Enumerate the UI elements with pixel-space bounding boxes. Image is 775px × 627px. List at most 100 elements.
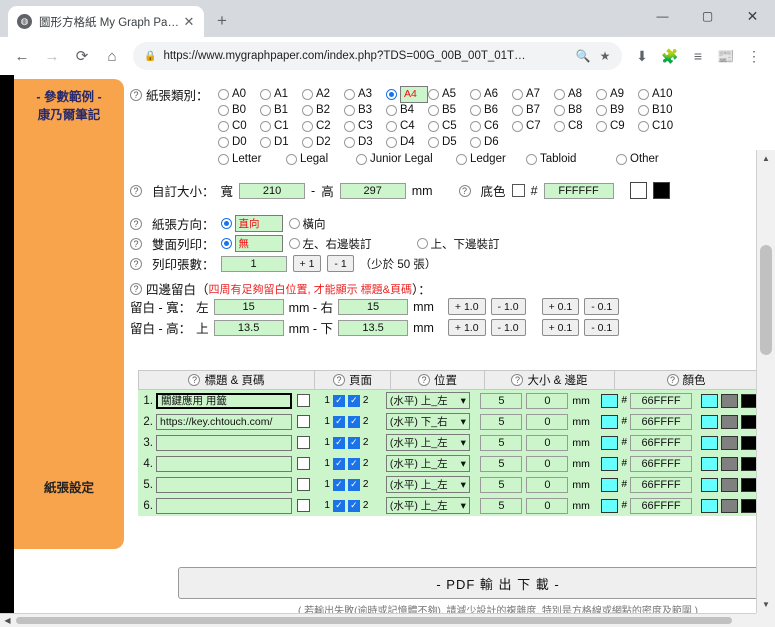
row-enable-checkbox[interactable] xyxy=(297,394,310,407)
radio-D5[interactable]: D5 xyxy=(428,136,470,148)
radio-A3[interactable]: A3 xyxy=(344,88,386,100)
horizontal-scroll-thumb[interactable] xyxy=(16,617,732,624)
radio-C8[interactable]: C8 xyxy=(554,120,596,132)
preset-black-swatch[interactable] xyxy=(652,182,670,199)
bgcolor-hex-input[interactable] xyxy=(543,182,614,199)
address-bar[interactable]: 🔒 https://www.mygraphpaper.com/index.php… xyxy=(133,42,622,70)
profile-icon[interactable]: 📰 xyxy=(713,43,739,69)
size-input[interactable] xyxy=(480,392,523,409)
row-enable-checkbox[interactable] xyxy=(297,436,310,449)
reload-icon[interactable]: ⟳ xyxy=(68,42,96,70)
reading-list-icon[interactable]: ≡ xyxy=(685,43,711,69)
preset-cyan-swatch[interactable] xyxy=(701,414,718,429)
preset-cyan-swatch[interactable] xyxy=(701,393,718,408)
margin-w-plus1-button[interactable]: + 1.0 xyxy=(447,298,486,315)
radio-Other[interactable]: Other xyxy=(616,153,659,165)
radio-Tabloid[interactable]: Tabloid xyxy=(526,153,616,165)
color-picker-swatch[interactable] xyxy=(601,393,619,408)
gap-input[interactable] xyxy=(526,497,569,514)
margin-w-minus1-button[interactable]: - 1.0 xyxy=(490,298,526,315)
color-picker-swatch[interactable] xyxy=(601,435,619,450)
radio-B4[interactable]: B4 xyxy=(386,104,428,116)
preset-black-swatch[interactable] xyxy=(741,435,756,450)
scroll-up-icon[interactable]: ▲ xyxy=(757,150,775,167)
size-input[interactable] xyxy=(480,455,523,472)
window-close-button[interactable]: ✕ xyxy=(730,0,775,32)
vertical-scrollbar[interactable]: ▲ ▼ xyxy=(756,150,775,613)
color-hex-input[interactable] xyxy=(630,392,692,409)
preset-black-swatch[interactable] xyxy=(741,414,756,429)
preset-gray-swatch[interactable] xyxy=(721,393,738,408)
help-icon[interactable]: ? xyxy=(511,374,524,386)
radio-duplex-tb[interactable]: 上、下邊裝訂 xyxy=(416,236,500,252)
radio-duplex-none[interactable]: 無 xyxy=(220,235,283,252)
preset-black-swatch[interactable] xyxy=(741,456,756,471)
page-1-checkbox[interactable]: ✓ xyxy=(332,394,345,407)
radio-Ledger[interactable]: Ledger xyxy=(456,153,526,165)
title-input[interactable] xyxy=(156,476,292,493)
radio-B9[interactable]: B9 xyxy=(596,104,638,116)
radio-D6[interactable]: D6 xyxy=(470,136,512,148)
preset-black-swatch[interactable] xyxy=(741,393,756,408)
preset-gray-swatch[interactable] xyxy=(721,435,738,450)
color-hex-input[interactable] xyxy=(630,434,692,451)
page-2-checkbox[interactable]: ✓ xyxy=(347,415,360,428)
home-icon[interactable]: ⌂ xyxy=(98,42,126,70)
radio-D2[interactable]: D2 xyxy=(302,136,344,148)
preset-gray-swatch[interactable] xyxy=(721,414,738,429)
back-icon[interactable]: ← xyxy=(8,42,36,70)
sidebar-item-paper-settings[interactable]: 紙張設定 xyxy=(14,479,124,497)
color-picker-swatch[interactable] xyxy=(601,456,619,471)
preset-gray-swatch[interactable] xyxy=(721,498,738,513)
page-1-checkbox[interactable]: ✓ xyxy=(332,457,345,470)
radio-C6[interactable]: C6 xyxy=(470,120,512,132)
help-icon[interactable]: ? xyxy=(130,184,142,197)
preset-cyan-swatch[interactable] xyxy=(701,435,718,450)
download-icon[interactable]: ⬇ xyxy=(629,43,655,69)
gap-input[interactable] xyxy=(526,434,569,451)
margin-h-plus1-button[interactable]: + 1.0 xyxy=(447,319,486,336)
page-1-checkbox[interactable]: ✓ xyxy=(332,499,345,512)
preset-white-swatch[interactable] xyxy=(629,182,647,199)
copies-input[interactable] xyxy=(220,255,287,272)
radio-B7[interactable]: B7 xyxy=(512,104,554,116)
row-enable-checkbox[interactable] xyxy=(297,415,310,428)
scroll-down-icon[interactable]: ▼ xyxy=(757,596,775,613)
new-tab-button[interactable]: + xyxy=(208,7,236,35)
radio-C3[interactable]: C3 xyxy=(344,120,386,132)
margin-h-plus01-button[interactable]: + 0.1 xyxy=(541,319,580,336)
color-hex-input[interactable] xyxy=(630,476,692,493)
gap-input[interactable] xyxy=(526,476,569,493)
maximize-button[interactable]: ▢ xyxy=(685,0,730,32)
browser-tab[interactable]: ◍ 圖形方格紙 My Graph Paper ✕ xyxy=(8,6,204,37)
bookmark-star-icon[interactable]: ★ xyxy=(594,45,616,67)
pdf-download-button[interactable]: - PDF 輸 出 下 載 - xyxy=(178,567,756,599)
radio-C0[interactable]: C0 xyxy=(218,120,260,132)
preset-cyan-swatch[interactable] xyxy=(701,498,718,513)
preset-black-swatch[interactable] xyxy=(741,498,756,513)
help-icon[interactable]: ? xyxy=(666,374,679,386)
height-input[interactable] xyxy=(339,182,406,199)
help-icon[interactable]: ? xyxy=(130,88,142,101)
scroll-left-icon[interactable]: ◀ xyxy=(0,614,15,627)
help-icon[interactable]: ? xyxy=(130,217,142,230)
preset-gray-swatch[interactable] xyxy=(721,477,738,492)
copies-plus-button[interactable]: + 1 xyxy=(292,255,322,272)
color-hex-input[interactable] xyxy=(630,497,692,514)
radio-JuniorLegal[interactable]: Junior Legal xyxy=(356,153,456,165)
radio-A8[interactable]: A8 xyxy=(554,88,596,100)
horizontal-scrollbar[interactable]: ◀ xyxy=(0,613,756,627)
radio-duplex-lr[interactable]: 左、右邊裝訂 xyxy=(288,236,411,252)
radio-A9[interactable]: A9 xyxy=(596,88,638,100)
help-icon[interactable]: ? xyxy=(188,374,201,386)
radio-A0[interactable]: A0 xyxy=(218,88,260,100)
page-2-checkbox[interactable]: ✓ xyxy=(347,457,360,470)
row-enable-checkbox[interactable] xyxy=(297,478,310,491)
bgcolor-picker[interactable] xyxy=(511,184,525,197)
margin-w-plus01-button[interactable]: + 0.1 xyxy=(541,298,580,315)
radio-B3[interactable]: B3 xyxy=(344,104,386,116)
radio-Legal[interactable]: Legal xyxy=(286,153,356,165)
size-input[interactable] xyxy=(480,434,523,451)
title-input[interactable] xyxy=(156,455,292,472)
gap-input[interactable] xyxy=(526,413,569,430)
